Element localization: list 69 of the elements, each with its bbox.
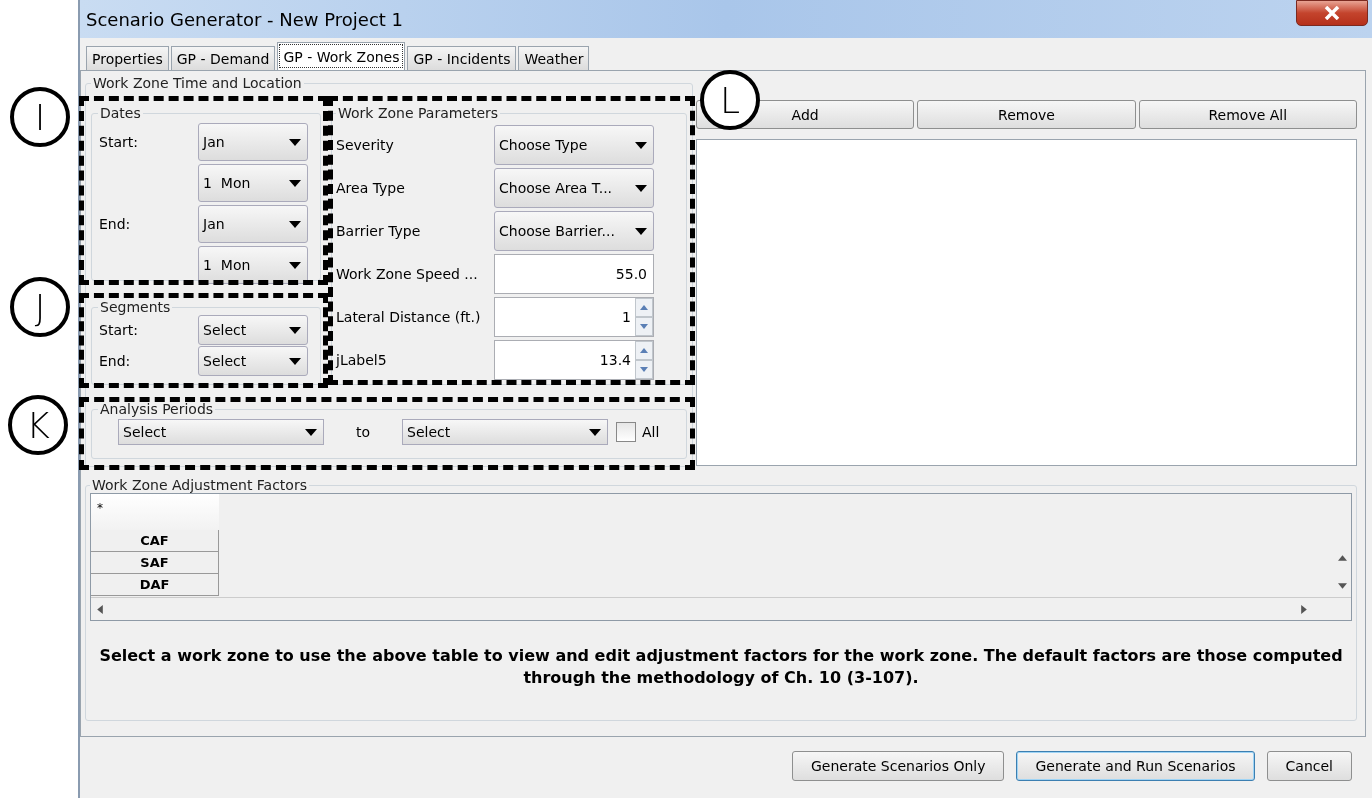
callout-marker: K (8, 395, 68, 455)
group-title: Work Zone Parameters (337, 105, 500, 121)
close-button[interactable] (1296, 0, 1368, 26)
spinner-field[interactable]: 13.4 (494, 340, 654, 380)
window-title: Scenario Generator - New Project 1 (86, 8, 404, 30)
field-label: Severity (336, 137, 395, 153)
caret-icon (305, 428, 317, 436)
caret-icon (289, 138, 301, 146)
checkbox-label: All (642, 424, 660, 440)
caret-icon (589, 428, 601, 436)
dropdown[interactable]: 1 Mon (198, 164, 308, 202)
field-label: Lateral Distance (ft.) (336, 309, 482, 325)
field-label: End: (98, 353, 132, 369)
group-title: Dates (99, 105, 142, 121)
checkbox[interactable] (616, 422, 636, 442)
close-icon (1323, 6, 1341, 20)
caret-icon (289, 220, 301, 228)
caret-icon (635, 227, 647, 235)
dialog-button[interactable]: Generate Scenarios Only (791, 751, 1005, 781)
dropdown[interactable]: Jan (198, 123, 308, 161)
tab[interactable]: GP - Demand (170, 46, 276, 70)
group-title: Analysis Periods (99, 401, 215, 417)
dropdown[interactable]: Choose Type (494, 125, 654, 165)
group-title: Segments (99, 299, 172, 315)
caret-icon (635, 141, 647, 149)
spinner-field[interactable]: 1 (494, 297, 654, 337)
dialog-button[interactable]: Generate and Run Scenarios (1016, 751, 1255, 781)
scroll-up-icon[interactable] (1337, 555, 1347, 561)
dialog-button[interactable]: Cancel (1266, 751, 1352, 781)
callout-marker: I (10, 87, 70, 147)
tab[interactable]: GP - Incidents (407, 46, 517, 70)
help-text: Select a work zone to use the above table to view and edit adjustment factors for the work zone. The default factors are those computed through the methodology of Ch. 10 (3-107). (98, 645, 1344, 689)
tab[interactable]: Properties (86, 46, 169, 70)
dropdown[interactable]: Select (402, 419, 608, 445)
field-label: Start: (98, 322, 139, 338)
caret-icon (289, 326, 301, 334)
dropdown[interactable]: Choose Barrier... (494, 211, 654, 251)
input-field[interactable]: 55.0 (494, 254, 654, 294)
tab[interactable]: Weather (518, 46, 590, 70)
tab[interactable]: GP - Work Zones (277, 42, 406, 70)
field-label: Start: (98, 134, 139, 150)
caret-icon (635, 184, 647, 192)
dropdown[interactable]: Select (198, 346, 308, 376)
field-label: Barrier Type (336, 223, 422, 239)
row-header-cell: DAF (91, 574, 219, 596)
dropdown[interactable]: Choose Area T... (494, 168, 654, 208)
scroll-right-icon[interactable] (1301, 604, 1307, 614)
dropdown[interactable]: 1 Mon (198, 246, 308, 284)
field-label: Work Zone Speed ... (336, 266, 479, 282)
dropdown[interactable]: Jan (198, 205, 308, 243)
caret-icon (289, 179, 301, 187)
group-title: Work Zone Time and Location (92, 75, 303, 91)
field-label: End: (98, 216, 132, 232)
field-label: to (354, 424, 372, 440)
callout-marker: J (10, 277, 70, 337)
dropdown[interactable]: Select (198, 315, 308, 345)
field-label: Area Type (336, 180, 406, 196)
list-action-button[interactable]: Remove (917, 100, 1136, 129)
caret-icon (289, 357, 301, 365)
scroll-left-icon[interactable] (97, 604, 103, 614)
scroll-down-icon[interactable] (1337, 583, 1347, 589)
group-title: Work Zone Adjustment Factors (91, 477, 308, 493)
table-header-cell: * (91, 494, 219, 530)
caret-icon (289, 261, 301, 269)
row-header-cell: SAF (91, 552, 219, 574)
field-label: jLabel5 (336, 352, 388, 368)
list-action-button[interactable]: Remove All (1138, 100, 1357, 129)
dropdown[interactable]: Select (118, 419, 324, 445)
row-header-cell: CAF (91, 530, 219, 552)
